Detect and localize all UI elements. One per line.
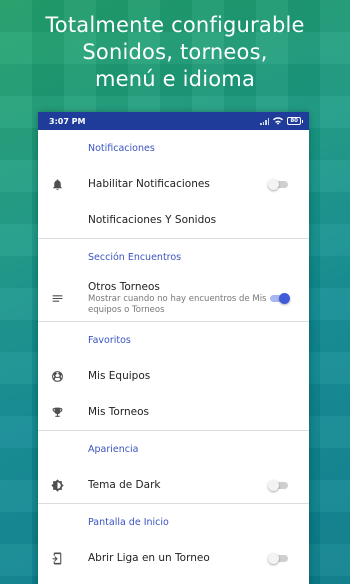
tema-dark-label: Tema de Dark [88, 479, 161, 491]
phone-screen: 3:07 PM 80 Notificaciones Habilitar Noti… [38, 112, 309, 584]
battery-level: 80 [290, 118, 298, 124]
section-title-encuentros: Sección Encuentros [88, 251, 182, 263]
wifi-icon [273, 117, 284, 125]
otros-torneos-sublabel: Mostrar cuando no hay encuentros de Mis … [88, 293, 267, 315]
bell-icon [38, 178, 88, 191]
mis-equipos-label: Mis Equipos [88, 370, 151, 382]
notificaciones-sonidos-label: Notificaciones Y Sonidos [88, 214, 217, 226]
abrir-liga-row[interactable]: Abrir Liga en un Torneo [38, 540, 309, 576]
status-bar: 3:07 PM 80 [38, 112, 309, 130]
status-icons: 80 [260, 117, 303, 125]
battery-icon: 80 [287, 117, 303, 125]
habilitar-notificaciones-label: Habilitar Notificaciones [88, 178, 210, 190]
tema-dark-row[interactable]: Tema de Dark [38, 467, 309, 503]
mis-torneos-label: Mis Torneos [88, 406, 149, 418]
section-title-notificaciones: Notificaciones [88, 142, 155, 154]
brightness-icon [38, 478, 88, 492]
mis-equipos-row[interactable]: Mis Equipos [38, 358, 309, 394]
headline-line-3: menú e idioma [94, 67, 256, 91]
status-time: 3:07 PM [49, 116, 86, 126]
habilitar-notificaciones-row[interactable]: Habilitar Notificaciones [38, 166, 309, 202]
soccer-ball-icon [38, 370, 88, 383]
notificaciones-sonidos-row[interactable]: Notificaciones Y Sonidos [38, 202, 309, 238]
habilitar-notificaciones-switch[interactable] [268, 178, 290, 190]
abrir-liga-label: Abrir Liga en un Torneo [88, 552, 210, 564]
otros-torneos-switch[interactable] [268, 292, 290, 304]
otros-torneos-label: Otros Torneos [88, 280, 160, 293]
list-icon [38, 292, 88, 305]
promo-headline: Totalmente configurable Sonidos, torneos… [0, 12, 350, 93]
section-title-inicio: Pantalla de Inicio [88, 516, 169, 528]
tema-dark-switch[interactable] [268, 479, 290, 491]
trophy-icon [38, 406, 88, 419]
phone-link-icon [38, 552, 88, 565]
headline-line-2: Sonidos, torneos, [82, 40, 268, 64]
abrir-liga-switch[interactable] [268, 552, 290, 564]
mis-torneos-row[interactable]: Mis Torneos [38, 394, 309, 430]
headline-line-1: Totalmente configurable [45, 13, 305, 37]
otros-torneos-row[interactable]: Otros Torneos Mostrar cuando no hay encu… [38, 275, 309, 321]
section-title-favoritos: Favoritos [88, 334, 131, 346]
signal-icon [260, 117, 270, 125]
section-title-apariencia: Apariencia [88, 443, 139, 455]
